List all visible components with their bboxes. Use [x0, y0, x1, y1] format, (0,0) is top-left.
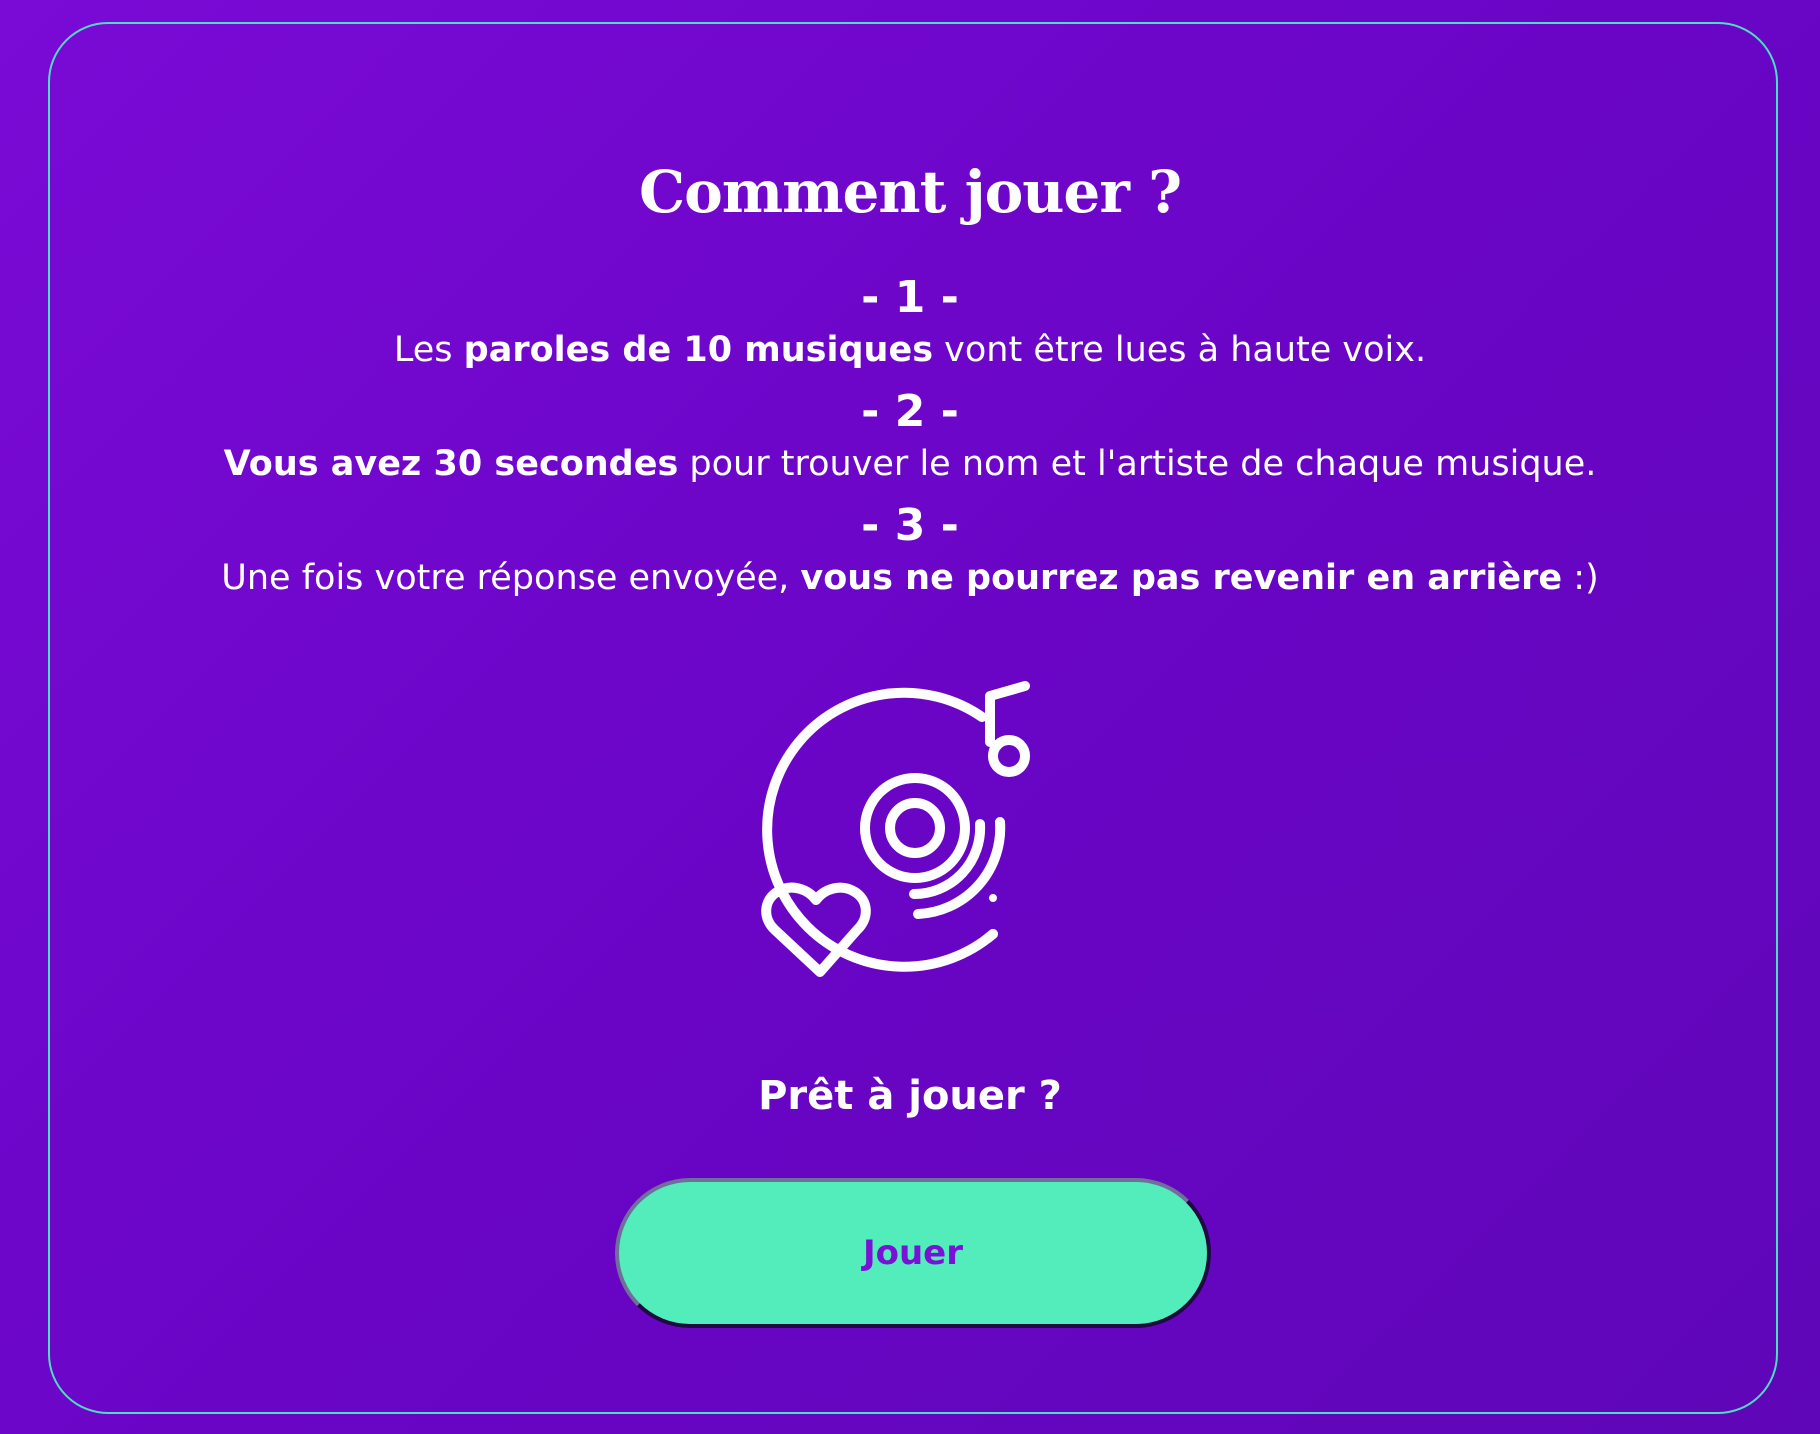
- step-text-part: vont être lues à haute voix.: [933, 330, 1427, 370]
- step-text-emphasis: paroles de 10 musiques: [463, 330, 934, 370]
- step-text-part: :): [1562, 558, 1599, 598]
- step-number: - 1 -: [861, 272, 959, 323]
- step-2: - 2 - Vous avez 30 secondes pour trouver…: [0, 386, 1820, 490]
- ready-prompt: Prêt à jouer ?: [758, 1073, 1062, 1119]
- vinyl-record-heart-icon: [761, 681, 1030, 977]
- step-number: - 3 -: [861, 500, 959, 551]
- step-text-emphasis: vous ne pourrez pas revenir en arrière: [800, 558, 1563, 598]
- step-text-part: Les: [393, 330, 464, 370]
- play-button[interactable]: Jouer: [615, 1178, 1211, 1328]
- step-text-part: pour trouver le nom et l'artiste de chaq…: [678, 444, 1597, 484]
- step-number: - 2 -: [861, 386, 959, 437]
- page-title: Comment jouer ?: [638, 158, 1182, 226]
- step-3: - 3 - Une fois votre réponse envoyée, vo…: [0, 500, 1820, 604]
- step-text: Une fois votre réponse envoyée, vous ne …: [0, 552, 1820, 604]
- step-1: - 1 - Les paroles de 10 musiques vont êt…: [0, 272, 1820, 376]
- step-text: Les paroles de 10 musiques vont être lue…: [0, 324, 1820, 376]
- step-text: Vous avez 30 secondes pour trouver le no…: [0, 438, 1820, 490]
- step-text-part: Une fois votre réponse envoyée,: [221, 558, 801, 598]
- step-text-emphasis: Vous avez 30 secondes: [223, 444, 679, 484]
